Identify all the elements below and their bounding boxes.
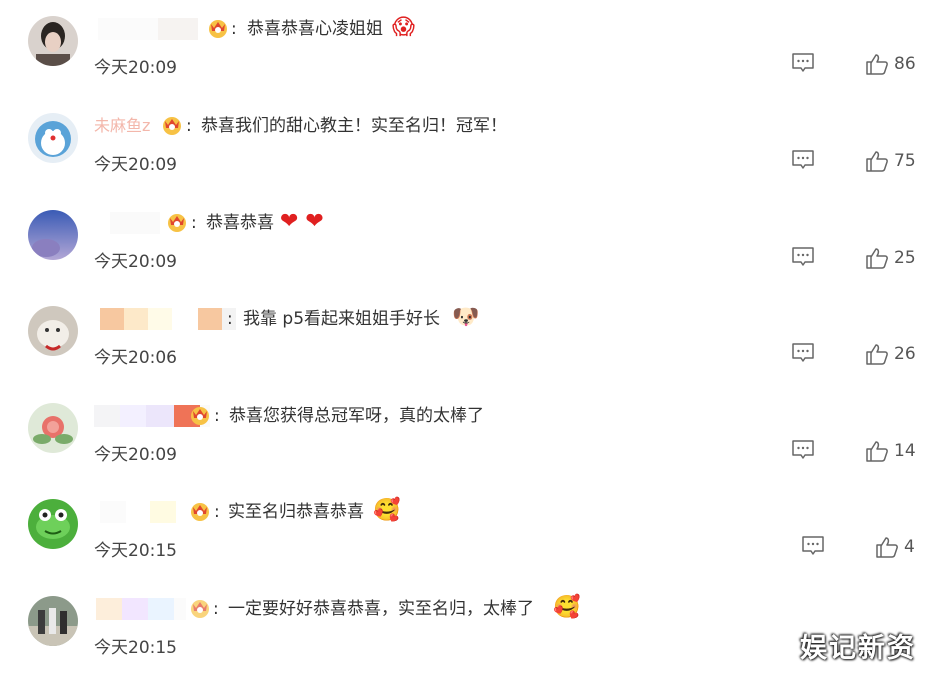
like-button[interactable]	[865, 52, 889, 76]
comment-item: : 我靠 p5看起来姐姐手好长 🐶 今天20:06 26	[0, 305, 942, 402]
comment-colon: :	[186, 116, 192, 136]
username-blurred[interactable]	[96, 598, 186, 620]
like-count: 25	[894, 248, 916, 268]
comment-time: 今天20:09	[94, 155, 177, 175]
like-count: 75	[894, 151, 916, 171]
comment-text: 实至名归恭喜恭喜	[228, 502, 364, 522]
like-button[interactable]	[865, 342, 889, 366]
reply-button[interactable]	[791, 246, 815, 268]
avatar[interactable]	[28, 596, 78, 646]
comment-text: 我靠 p5看起来姐姐手好长	[243, 309, 441, 329]
like-button[interactable]	[865, 149, 889, 173]
avatar[interactable]	[28, 16, 78, 66]
comment-time: 今天20:15	[94, 638, 177, 658]
like-count: 14	[894, 441, 916, 461]
avatar[interactable]	[28, 113, 78, 163]
crown-badge-icon	[188, 499, 212, 523]
crown-badge-icon	[188, 596, 212, 620]
like-count: 86	[894, 54, 916, 74]
username-blurred[interactable]	[110, 212, 160, 234]
comment-time: 今天20:09	[94, 58, 177, 78]
like-count: 4	[904, 537, 915, 557]
avatar[interactable]	[28, 403, 78, 453]
hearts-face-emoji-icon: 🥰	[553, 595, 581, 620]
comment-text: 一定要好好恭喜恭喜，实至名归，太棒了	[228, 599, 534, 619]
username-blurred[interactable]	[98, 18, 198, 40]
comment-text: 恭喜恭喜心凌姐姐	[247, 19, 383, 39]
comment-item: : 实至名归恭喜恭喜 🥰 今天20:15 4	[0, 498, 942, 595]
crown-badge-icon	[188, 403, 212, 427]
reply-button[interactable]	[791, 149, 815, 171]
watermark: 娱记新资	[800, 633, 916, 664]
reply-button[interactable]	[791, 342, 815, 364]
reply-button[interactable]	[791, 52, 815, 74]
avatar[interactable]	[28, 499, 78, 549]
comment-time: 今天20:15	[94, 541, 177, 561]
comment-time: 今天20:06	[94, 348, 177, 368]
avatar[interactable]	[28, 210, 78, 260]
comment-text: 恭喜恭喜	[206, 213, 274, 233]
comment-text: 恭喜我们的甜心教主！实至名归！冠军！	[201, 116, 507, 136]
comment-item: 未麻鱼z : 恭喜我们的甜心教主！实至名归！冠军！ 今天20:09 75	[0, 113, 942, 209]
shocked-emoji-icon: 😱	[392, 15, 415, 40]
dog-emoji-icon: 🐶	[452, 305, 480, 330]
comment-item: : 恭喜恭喜心凌姐姐 😱 今天20:09 86	[0, 15, 942, 112]
like-count: 26	[894, 344, 916, 364]
like-button[interactable]	[865, 439, 889, 463]
crown-badge-icon	[165, 210, 189, 234]
avatar[interactable]	[28, 306, 78, 356]
like-button[interactable]	[875, 535, 899, 559]
comment-time: 今天20:09	[94, 252, 177, 272]
comment-colon: :	[214, 502, 220, 522]
like-button[interactable]	[865, 246, 889, 270]
comment-text: 恭喜您获得总冠军呀，真的太棒了	[229, 406, 484, 426]
comment-colon: :	[231, 19, 237, 39]
username-tail: 未麻鱼z	[94, 116, 151, 135]
reply-button[interactable]	[801, 535, 825, 557]
crown-badge-icon	[206, 16, 230, 40]
username-blurred[interactable]	[100, 501, 176, 523]
comment-colon: :	[214, 406, 220, 426]
hearts-face-emoji-icon: 🥰	[373, 498, 401, 523]
heart-emoji-icon: ❤ ❤	[280, 209, 324, 234]
comment-colon: :	[227, 309, 233, 329]
username-blurred[interactable]: 未麻鱼z	[94, 115, 150, 137]
comment-colon: :	[191, 213, 197, 233]
comment-time: 今天20:09	[94, 445, 177, 465]
comment-item: : 恭喜恭喜 ❤ ❤ 今天20:09 25	[0, 209, 942, 306]
username-blurred[interactable]	[100, 308, 236, 330]
comment-colon: :	[213, 599, 219, 619]
crown-badge-icon	[160, 113, 184, 137]
comment-item: : 恭喜您获得总冠军呀，真的太棒了 今天20:09 14	[0, 403, 942, 499]
reply-button[interactable]	[791, 439, 815, 461]
